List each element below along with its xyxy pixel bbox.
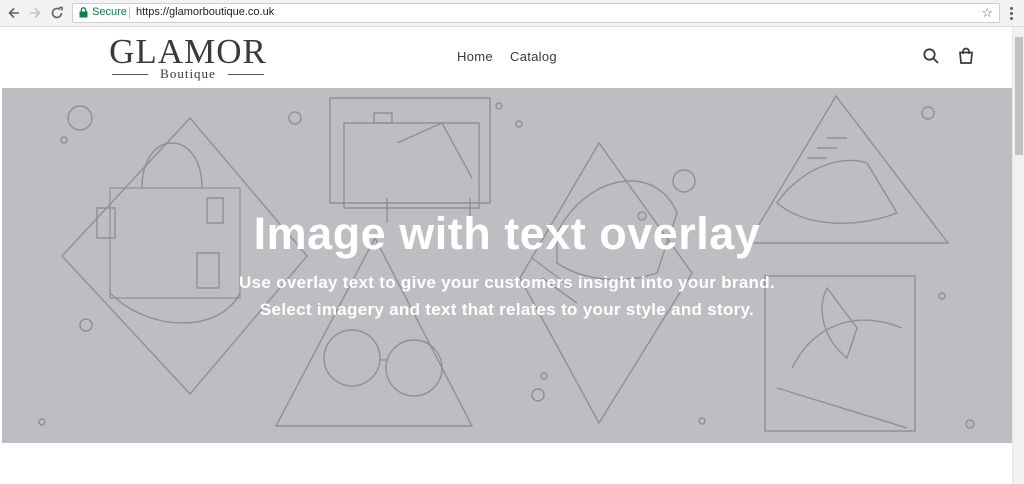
browser-menu-button[interactable]: [1006, 5, 1016, 21]
hero-subtitle-line-1: Use overlay text to give your customers …: [239, 273, 775, 292]
search-icon: [923, 48, 939, 64]
address-bar[interactable]: Secure https://glamorboutique.co.uk ☆: [72, 3, 1000, 23]
hero-illustration: [38, 94, 975, 432]
menu-dot: [1009, 6, 1013, 10]
back-arrow-icon: [8, 7, 19, 19]
bookmark-star-icon[interactable]: ☆: [981, 5, 993, 21]
reload-icon: [51, 6, 63, 19]
menu-dot: [1009, 16, 1013, 20]
address-separator: [129, 7, 130, 19]
site-header: GLAMOR Boutique Home Catalog: [0, 27, 1012, 88]
logo-sub-text: Boutique: [160, 66, 216, 81]
search-button[interactable]: [922, 47, 940, 65]
hero-banner: Image with text overlay Use overlay text…: [2, 88, 1012, 443]
scrollbar-thumb[interactable]: [1015, 37, 1023, 155]
nav-catalog-link[interactable]: Catalog: [510, 49, 557, 64]
page-scrollbar[interactable]: [1012, 27, 1024, 484]
cart-button[interactable]: [957, 47, 975, 65]
logo-main-text: GLAMOR: [109, 32, 267, 71]
back-button[interactable]: [6, 5, 22, 21]
cart-icon: [959, 47, 973, 64]
forward-arrow-icon: [30, 7, 41, 19]
hero-subtitle-line-2: Select imagery and text that relates to …: [259, 300, 755, 319]
browser-toolbar: Secure https://glamorboutique.co.uk ☆: [0, 0, 1024, 27]
logo-sub-row: Boutique: [106, 67, 270, 81]
forward-button[interactable]: [27, 5, 43, 21]
nav-home-link[interactable]: Home: [457, 49, 493, 64]
store-logo[interactable]: GLAMOR Boutique: [106, 32, 270, 83]
reload-button[interactable]: [49, 5, 65, 21]
menu-dot: [1009, 11, 1013, 15]
url-text[interactable]: https://glamorboutique.co.uk: [136, 6, 274, 18]
lock-icon: [79, 7, 88, 18]
hero-title: Image with text overlay: [253, 208, 761, 259]
secure-label: Secure: [92, 6, 127, 18]
